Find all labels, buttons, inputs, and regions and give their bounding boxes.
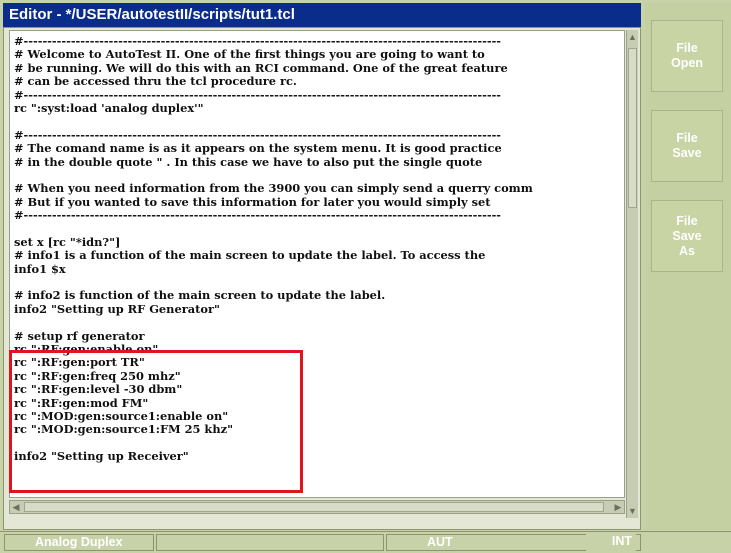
code-line: info1 $x — [14, 262, 66, 276]
scroll-up-icon[interactable]: ▲ — [627, 30, 638, 44]
code-line: # The comand name is as it appears on th… — [14, 142, 502, 156]
file-open-button[interactable]: File Open — [651, 20, 723, 92]
code-line: rc ":RF:gen:level -30 dbm" — [14, 383, 183, 397]
code-line: #---------------------------------------… — [14, 209, 502, 223]
code-line: #---------------------------------------… — [14, 88, 502, 102]
code-line: rc ":syst:load 'analog duplex'" — [14, 101, 204, 115]
vertical-scrollbar[interactable]: ▲ ▼ — [626, 30, 638, 518]
code-line: rc ":RF:gen:port TR" — [14, 356, 145, 370]
code-line: # But if you wanted to save this informa… — [14, 195, 491, 209]
code-line: rc ":RF:gen:enable on" — [14, 342, 159, 356]
scroll-right-icon[interactable]: ▶ — [612, 501, 624, 513]
code-line: # setup rf generator — [14, 329, 145, 343]
editor-frame: #---------------------------------------… — [3, 27, 641, 530]
code-line: #---------------------------------------… — [14, 35, 502, 48]
scroll-left-icon[interactable]: ◀ — [10, 501, 22, 513]
scroll-down-icon[interactable]: ▼ — [627, 504, 638, 518]
code-line: # info2 is function of the main screen t… — [14, 289, 386, 303]
code-line: #---------------------------------------… — [14, 128, 502, 142]
script-text-area[interactable]: #---------------------------------------… — [9, 30, 625, 498]
file-save-as-button[interactable]: File Save As — [651, 200, 723, 272]
code-line: # in the double quote " . In this case w… — [14, 155, 483, 169]
code-line: rc ":MOD:gen:source1:FM 25 khz" — [14, 423, 234, 437]
code-line: # When you need information from the 390… — [14, 182, 533, 196]
code-line: rc ":RF:gen:mod FM" — [14, 396, 149, 410]
window-title: Editor - */USER/autotestII/scripts/tut1.… — [3, 3, 641, 27]
code-line: # be running. We will do this with an RC… — [14, 61, 508, 75]
vertical-scroll-thumb[interactable] — [628, 48, 637, 208]
code-line: rc ":RF:gen:freq 250 mhz" — [14, 369, 181, 383]
code-line: # Welcome to AutoTest II. One of the fir… — [14, 48, 485, 62]
file-save-button[interactable]: File Save — [651, 110, 723, 182]
script-code: #---------------------------------------… — [14, 35, 622, 464]
status-blank — [156, 534, 384, 551]
code-line: # can be accessed thru the tcl procedure… — [14, 75, 297, 89]
code-line: rc ":MOD:gen:source1:enable on" — [14, 409, 229, 423]
status-bar: Analog Duplex AUT INT — [0, 531, 731, 553]
horizontal-scroll-thumb[interactable] — [24, 502, 604, 512]
code-line: set x [rc "*idn?"] — [14, 235, 121, 249]
status-mode: Analog Duplex — [4, 534, 154, 551]
horizontal-scrollbar[interactable]: ◀ ▶ — [9, 500, 625, 514]
status-int: INT — [586, 534, 636, 551]
code-line: info2 "Setting up Receiver" — [14, 450, 189, 464]
code-line: info2 "Setting up RF Generator" — [14, 302, 220, 316]
code-line: # info1 is a function of the main screen… — [14, 249, 486, 263]
